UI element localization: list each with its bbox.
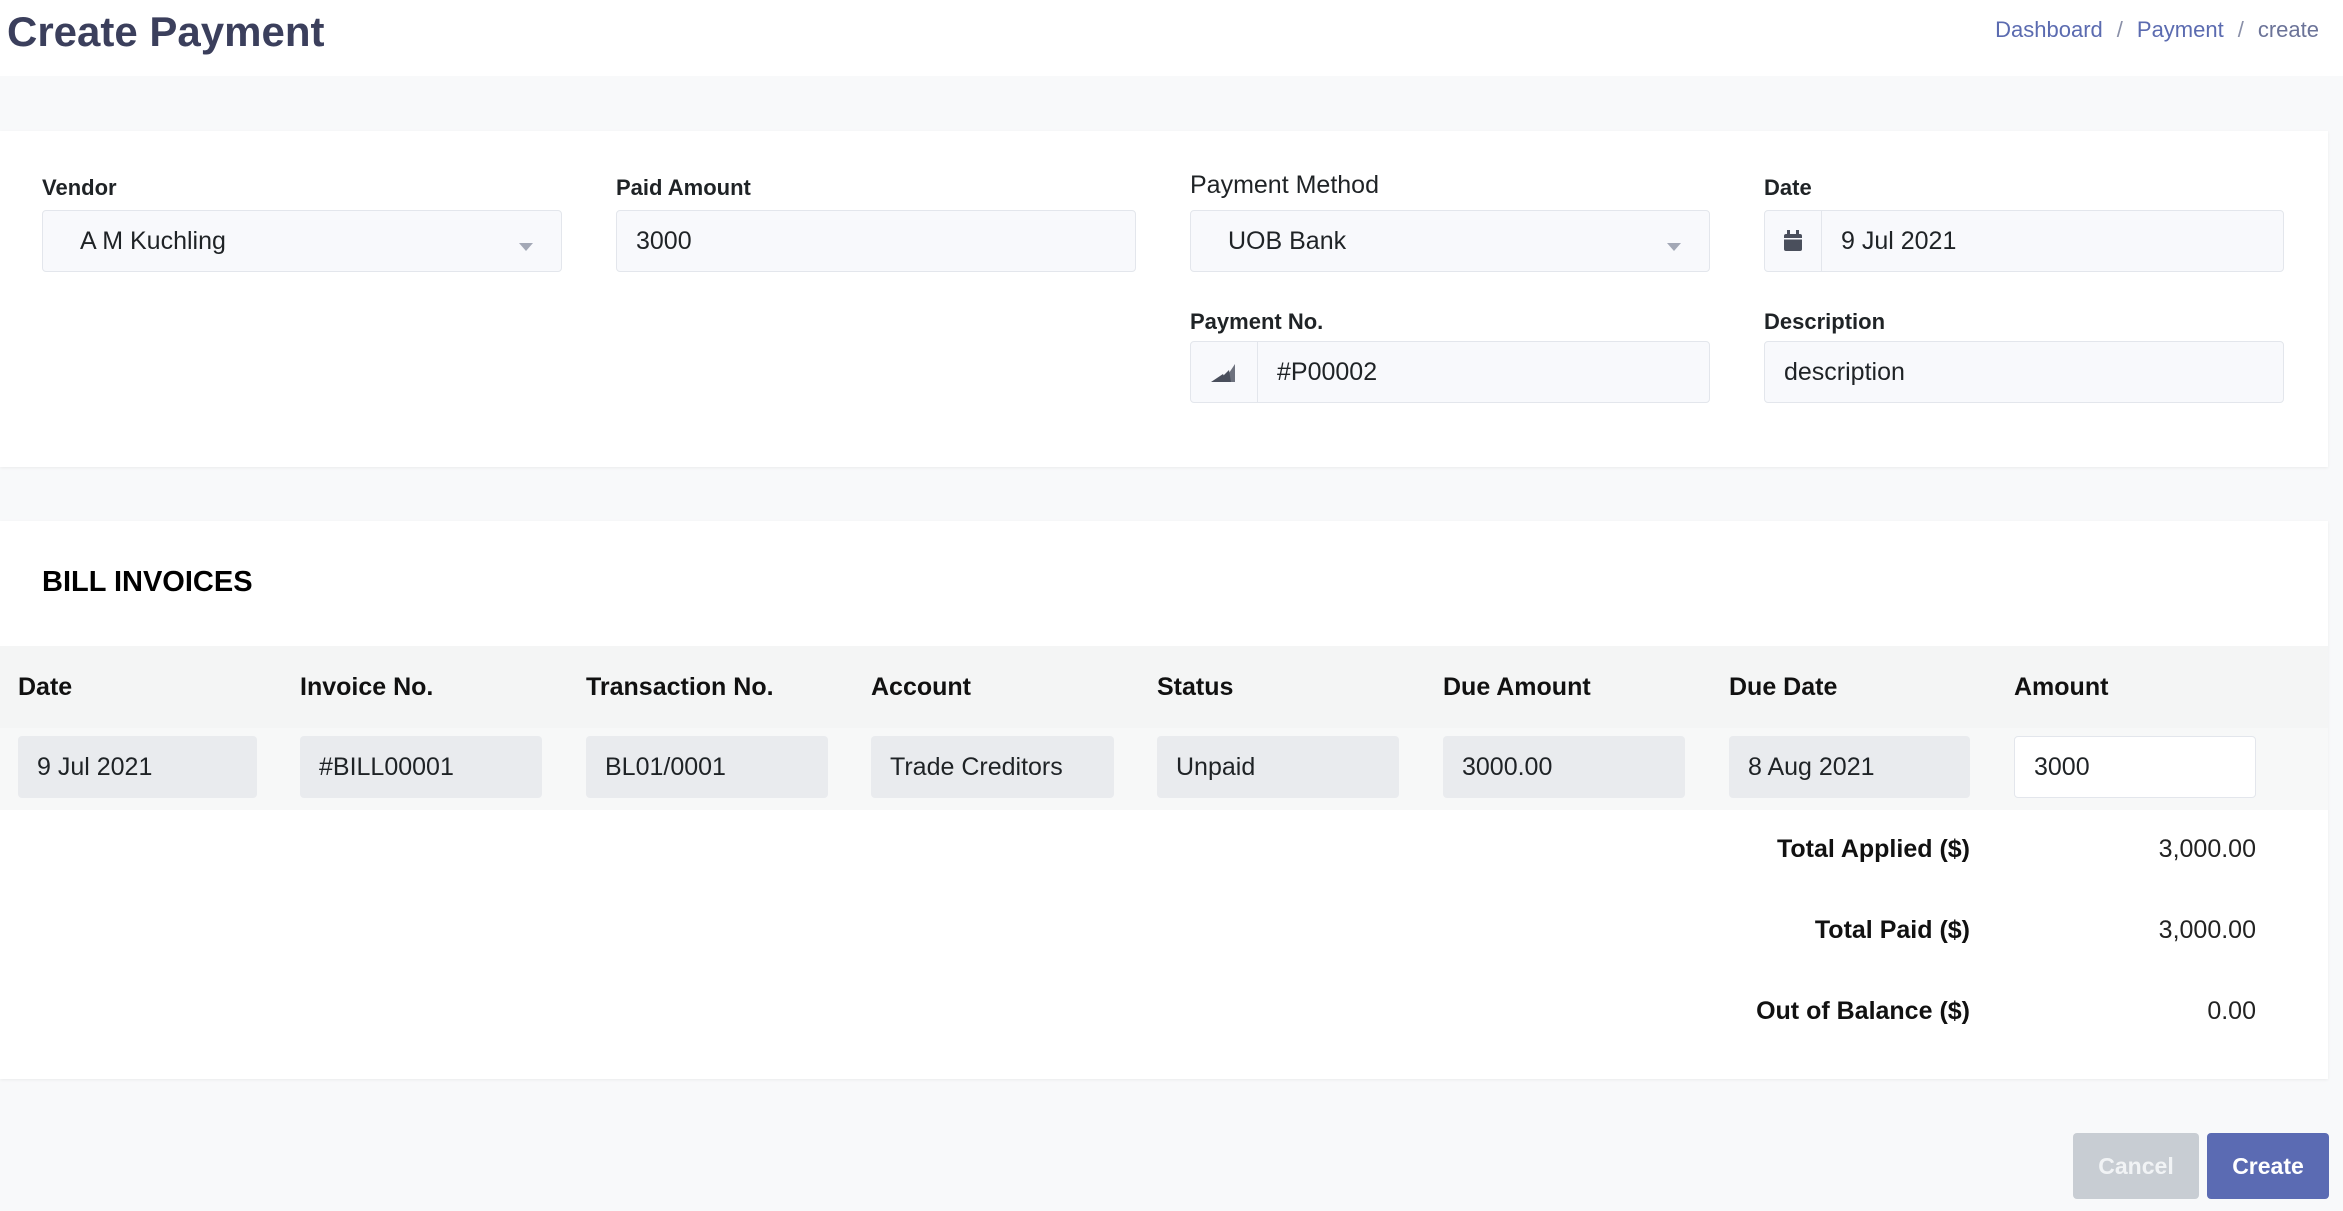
bill-invoices-card: BILL INVOICES Date Invoice No. Transacti…	[0, 521, 2328, 1079]
table-header: Date Invoice No. Transaction No. Account…	[0, 646, 2328, 728]
cell-due-amount: 3000.00	[1443, 736, 1685, 798]
chevron-down-icon	[1667, 243, 1681, 251]
cancel-button[interactable]: Cancel	[2073, 1133, 2199, 1199]
cell-date: 9 Jul 2021	[18, 736, 257, 798]
hashtag-icon	[1191, 342, 1258, 402]
column-header-transaction-no: Transaction No.	[586, 673, 774, 701]
payment-method-label: Payment Method	[1190, 171, 1379, 199]
section-title: BILL INVOICES	[42, 566, 253, 598]
total-paid-label: Total Paid ($)	[1814, 916, 1970, 944]
cell-account: Trade Creditors	[871, 736, 1114, 798]
paid-amount-value: 3000	[636, 227, 692, 255]
column-header-due-amount: Due Amount	[1443, 673, 1591, 701]
payment-no-value: #P00002	[1277, 358, 1378, 386]
amount-input[interactable]: 3000	[2014, 736, 2256, 798]
cell-due-date: 8 Aug 2021	[1729, 736, 1970, 798]
page-title: Create Payment	[7, 8, 325, 55]
column-header-due-date: Due Date	[1729, 673, 1838, 701]
vendor-value: A M Kuchling	[80, 227, 226, 255]
vendor-select[interactable]: A M Kuchling	[42, 210, 562, 272]
paid-amount-label: Paid Amount	[616, 175, 751, 200]
description-input[interactable]: description	[1764, 341, 2284, 403]
column-header-amount: Amount	[2014, 673, 2109, 701]
cell-status: Unpaid	[1157, 736, 1399, 798]
cell-invoice-no: #BILL00001	[300, 736, 542, 798]
create-button[interactable]: Create	[2207, 1133, 2329, 1199]
payment-no-label: Payment No.	[1190, 309, 1324, 334]
total-paid-value: 3,000.00	[2158, 916, 2256, 944]
breadcrumb: Dashboard / Payment / create	[1995, 16, 2319, 44]
column-header-status: Status	[1157, 673, 1234, 701]
description-label: Description	[1764, 309, 1886, 334]
date-value: 9 Jul 2021	[1841, 227, 1957, 255]
total-applied-label: Total Applied ($)	[1776, 835, 1970, 863]
description-value: description	[1784, 358, 1905, 386]
paid-amount-input[interactable]: 3000	[616, 210, 1136, 272]
top-bar: Create Payment Dashboard / Payment / create	[0, 0, 2343, 76]
breadcrumb-separator: /	[2237, 17, 2244, 42]
payment-method-value: UOB Bank	[1228, 227, 1347, 255]
payment-method-select[interactable]: UOB Bank	[1190, 210, 1710, 272]
table-row: 9 Jul 2021 #BILL00001 BL01/0001 Trade Cr…	[0, 728, 2328, 810]
date-input[interactable]: 9 Jul 2021	[1764, 210, 2284, 272]
breadcrumb-dashboard[interactable]: Dashboard	[1995, 17, 2103, 42]
breadcrumb-payment[interactable]: Payment	[2137, 17, 2224, 42]
out-of-balance-value: 0.00	[2207, 997, 2256, 1025]
vendor-label: Vendor	[42, 175, 117, 200]
chevron-down-icon	[519, 243, 533, 251]
date-label: Date	[1764, 175, 1812, 200]
calendar-icon	[1765, 211, 1822, 271]
cell-transaction-no: BL01/0001	[586, 736, 828, 798]
breadcrumb-current: create	[2257, 17, 2319, 42]
payment-form-card: Vendor A M Kuchling Paid Amount 3000 Pay…	[0, 131, 2328, 467]
out-of-balance-label: Out of Balance ($)	[1756, 997, 1970, 1025]
column-header-account: Account	[871, 673, 971, 701]
payment-no-input[interactable]: #P00002	[1190, 341, 1710, 403]
breadcrumb-separator: /	[2116, 17, 2123, 42]
total-applied-value: 3,000.00	[2158, 835, 2256, 863]
column-header-date: Date	[18, 673, 73, 701]
column-header-invoice-no: Invoice No.	[300, 673, 434, 701]
